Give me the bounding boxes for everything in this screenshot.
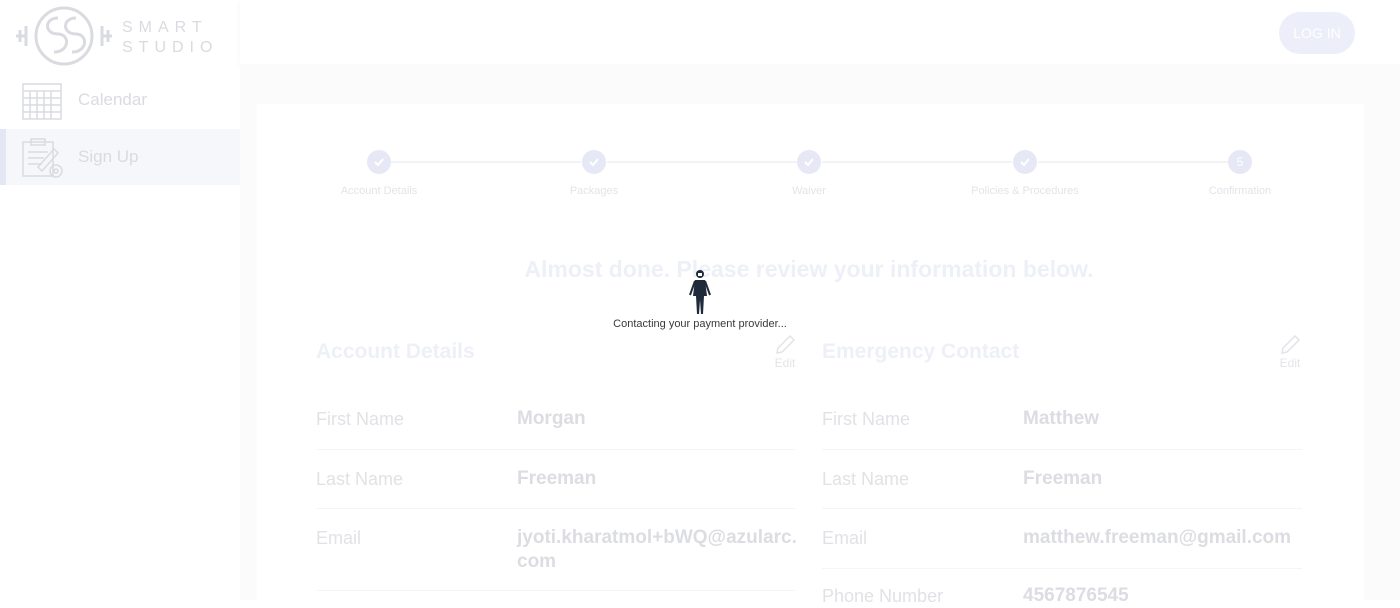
loading-message: Contacting your payment provider... xyxy=(613,318,787,330)
loading-indicator: Contacting your payment provider... xyxy=(600,268,800,330)
loading-overlay: Contacting your payment provider... xyxy=(0,0,1400,600)
person-loading-icon xyxy=(689,270,711,314)
